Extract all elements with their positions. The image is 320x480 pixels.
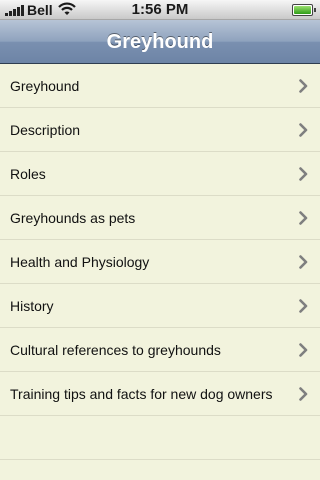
chevron-right-icon [299,211,308,225]
empty-row [0,416,320,460]
list-item-history[interactable]: History [0,284,320,328]
list-item-cultural-references[interactable]: Cultural references to greyhounds [0,328,320,372]
page-title: Greyhound [106,31,214,53]
list-item-training-tips[interactable]: Training tips and facts for new dog owne… [0,372,320,416]
list-item-label: Description [10,122,81,138]
list-item-greyhounds-as-pets[interactable]: Greyhounds as pets [0,196,320,240]
screen: Bell 1:56 PM Greyhound Greyhound Descrip… [0,0,320,480]
list-item-label: Greyhounds as pets [10,210,136,226]
chevron-right-icon [299,343,308,357]
battery-icon [292,4,316,16]
status-time: 1:56 PM [131,1,189,18]
navigation-bar: Greyhound [0,20,320,64]
status-bar: Bell 1:56 PM [0,0,320,20]
chevron-right-icon [299,387,308,401]
list-item-label: Health and Physiology [10,254,150,270]
list-item-label: Training tips and facts for new dog owne… [10,386,273,402]
list-item-health-and-physiology[interactable]: Health and Physiology [0,240,320,284]
topic-list: Greyhound Description Roles Greyhounds a… [0,64,320,460]
list-item-roles[interactable]: Roles [0,152,320,196]
chevron-right-icon [299,79,308,93]
chevron-right-icon [299,123,308,137]
chevron-right-icon [299,255,308,269]
list-item-description[interactable]: Description [0,108,320,152]
chevron-right-icon [299,167,308,181]
list-item-label: History [10,298,54,314]
chevron-right-icon [299,299,308,313]
list-item-label: Roles [10,166,46,182]
list-item-greyhound[interactable]: Greyhound [0,64,320,108]
list-item-label: Greyhound [10,78,80,94]
list-item-label: Cultural references to greyhounds [10,342,221,358]
